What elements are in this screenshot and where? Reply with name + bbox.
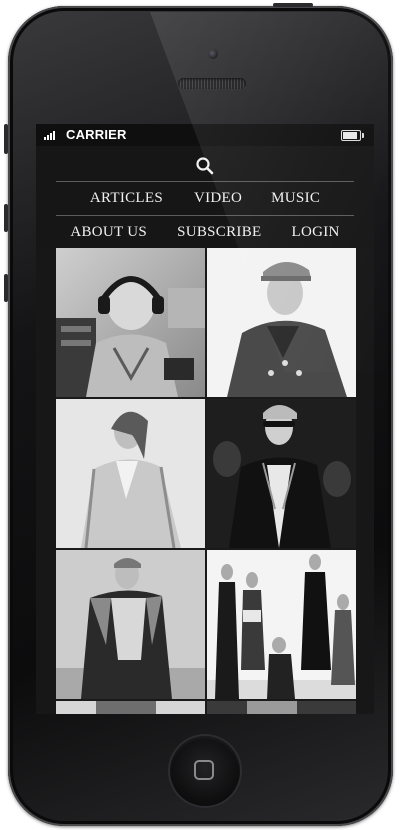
nav-link-login[interactable]: LOGIN	[291, 224, 339, 241]
photo-runway-man-coat	[56, 550, 205, 699]
photo-partial-left	[56, 701, 205, 714]
nav-link-video[interactable]: VIDEO	[194, 190, 242, 207]
nav-divider-middle	[56, 215, 354, 216]
photo-group-models	[207, 550, 356, 699]
photo-grid	[56, 248, 356, 714]
battery-icon	[341, 130, 364, 141]
home-button[interactable]	[170, 736, 240, 806]
nav-row-secondary: ABOUT US SUBSCRIBE LOGIN	[36, 224, 374, 241]
site-header: ARTICLES VIDEO MUSIC ABOUT US SUBSCRIBE …	[36, 146, 374, 249]
volume-down-button[interactable]	[4, 274, 8, 302]
front-camera	[208, 49, 218, 59]
signal-icon	[44, 130, 55, 140]
nav-link-subscribe[interactable]: SUBSCRIBE	[177, 224, 261, 241]
photo-woman-trench	[56, 399, 205, 548]
gallery-tile-runway-man[interactable]	[56, 550, 205, 699]
phone-screen: CARRIER ARTICLES VIDEO MUSIC ABOUT US SU…	[36, 124, 374, 714]
search-button[interactable]	[193, 154, 217, 178]
nav-link-about-us[interactable]: ABOUT US	[70, 224, 147, 241]
photo-partial-right	[207, 701, 356, 714]
nav-row-primary: ARTICLES VIDEO MUSIC	[36, 190, 374, 207]
volume-up-button[interactable]	[4, 204, 8, 232]
nav-link-music[interactable]: MUSIC	[271, 190, 320, 207]
power-button[interactable]	[273, 3, 313, 7]
gallery-tile-dj[interactable]	[56, 248, 205, 397]
gallery-tile-trench-woman[interactable]	[56, 399, 205, 548]
photo-man-sunglasses-blazer	[207, 399, 356, 548]
home-square-icon	[194, 760, 214, 780]
nav-divider-top	[56, 181, 354, 182]
gallery-tile-partial-left[interactable]	[56, 701, 205, 714]
carrier-name: CARRIER	[66, 127, 127, 142]
gallery-tile-blazer-man[interactable]	[207, 399, 356, 548]
mute-switch[interactable]	[4, 124, 8, 154]
status-bar: CARRIER	[36, 124, 374, 146]
photo-man-cap-coat	[207, 248, 356, 397]
battery-level	[343, 132, 357, 139]
gallery-tile-group[interactable]	[207, 550, 356, 699]
earpiece-speaker	[178, 78, 246, 89]
search-icon	[196, 157, 214, 175]
nav-link-articles[interactable]: ARTICLES	[90, 190, 163, 207]
gallery-tile-cap-man[interactable]	[207, 248, 356, 397]
photo-dj-headphones	[56, 248, 205, 397]
gallery-tile-partial-right[interactable]	[207, 701, 356, 714]
